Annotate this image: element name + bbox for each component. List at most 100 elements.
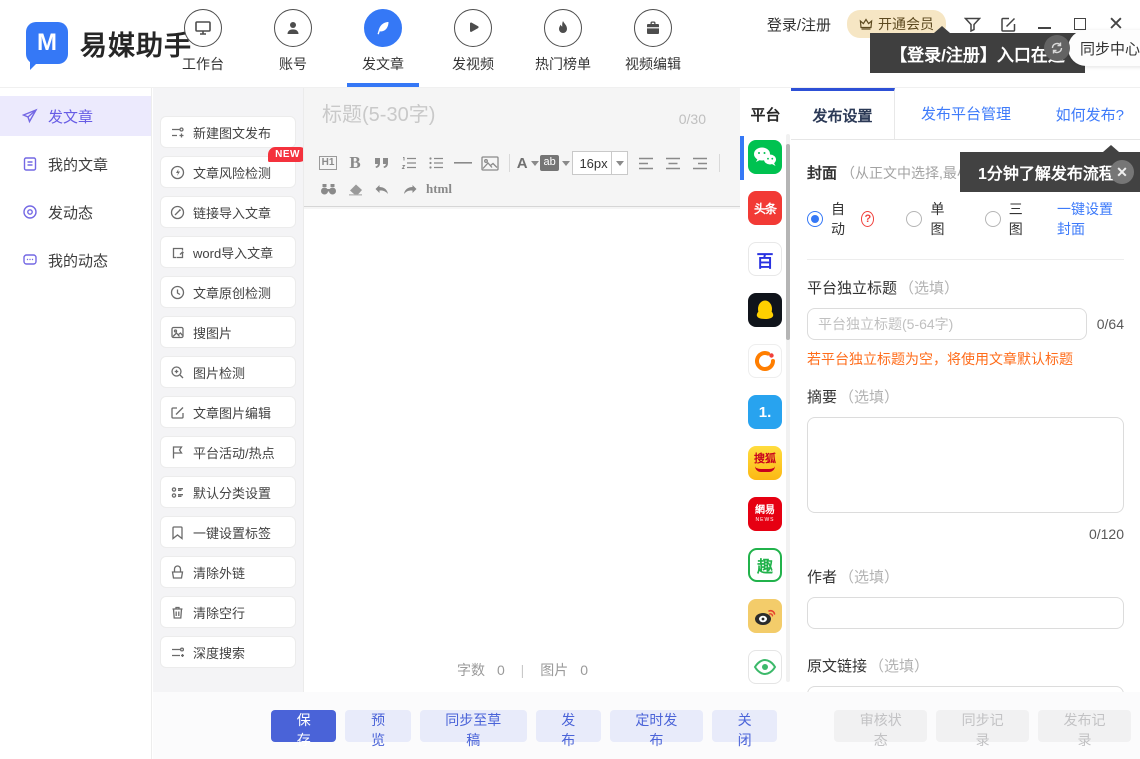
platform-scrollbar-thumb[interactable]	[786, 144, 790, 340]
tool-image-edit[interactable]: 文章图片编辑	[160, 396, 296, 428]
feedback-edit-icon[interactable]	[998, 14, 1018, 34]
sync-icon[interactable]	[1044, 35, 1070, 61]
align-left-button[interactable]	[636, 152, 656, 174]
ordered-list-button[interactable]	[399, 152, 419, 174]
platform-icon-wangyi[interactable]: 網易 NEWS	[748, 497, 782, 531]
close-editor-button[interactable]: 关闭	[712, 710, 777, 742]
summary-counter: 0/120	[807, 526, 1124, 542]
login-register-link[interactable]: 登录/注册	[767, 14, 831, 35]
horizontal-rule-button[interactable]	[453, 152, 473, 174]
font-size-select[interactable]: 16px	[572, 151, 628, 175]
tool-original-check[interactable]: 文章原创检测	[160, 276, 296, 308]
chevron-down-icon	[611, 152, 627, 174]
quick-cover-link[interactable]: 一键设置封面	[1057, 199, 1124, 239]
independent-title-warning: 若平台独立标题为空，将使用文章默认标题	[807, 349, 1124, 369]
sidebar-item-publish-article[interactable]: 发文章	[0, 96, 151, 136]
tool-word-import[interactable]: word导入文章	[160, 236, 296, 268]
tab-platform-management[interactable]: 发布平台管理	[895, 88, 1037, 139]
insert-image-button[interactable]	[480, 152, 500, 174]
radio-three-images[interactable]	[985, 211, 1001, 227]
my-moments-icon	[22, 252, 38, 268]
platform-icon-dayuhao[interactable]	[748, 344, 782, 378]
how-to-publish-link[interactable]: 如何发布?	[1056, 88, 1124, 140]
category-icon	[170, 485, 185, 500]
align-right-button[interactable]	[690, 152, 710, 174]
tool-risk-check[interactable]: 文章风险检测 NEW	[160, 156, 296, 188]
clear-format-button[interactable]	[345, 178, 365, 200]
schedule-publish-button[interactable]: 定时发布	[610, 710, 703, 742]
clear-link-icon	[170, 565, 185, 580]
find-replace-button[interactable]	[318, 178, 338, 200]
font-color-button[interactable]: A	[518, 152, 538, 174]
tool-clear-external-links[interactable]: 清除外链	[160, 556, 296, 588]
author-input[interactable]	[807, 597, 1124, 629]
nav-item-publish-video[interactable]: 发视频	[442, 9, 504, 74]
unordered-list-button[interactable]	[426, 152, 446, 174]
active-platform-indicator	[740, 136, 744, 180]
html-source-button[interactable]: html	[426, 178, 452, 200]
tool-deep-search[interactable]: 深度搜索	[160, 636, 296, 668]
radio-auto[interactable]	[807, 211, 823, 227]
nav-item-accounts[interactable]: 账号	[262, 9, 324, 74]
align-center-button[interactable]	[663, 152, 683, 174]
tool-clear-empty-lines[interactable]: 清除空行	[160, 596, 296, 628]
tool-image-check[interactable]: 图片检测	[160, 356, 296, 388]
sidebar-item-my-moments[interactable]: 我的动态	[0, 240, 151, 280]
divider	[807, 259, 1124, 260]
heading-button[interactable]: H1	[318, 152, 338, 174]
brand: M 易媒助手	[26, 22, 192, 64]
tool-set-tags[interactable]: 一键设置标签	[160, 516, 296, 548]
panel-tabs: 发布设置 发布平台管理 如何发布?	[791, 88, 1140, 140]
tool-new-article[interactable]: 新建图文发布	[160, 116, 296, 148]
nav-item-publish-article[interactable]: 发文章	[352, 9, 414, 74]
bold-button[interactable]: B	[345, 152, 365, 174]
sync-log-button[interactable]: 同步记录	[936, 710, 1029, 742]
tool-default-category[interactable]: 默认分类设置	[160, 476, 296, 508]
publish-button[interactable]: 发布	[536, 710, 601, 742]
preview-button[interactable]: 预览	[345, 710, 410, 742]
tool-platform-activity[interactable]: 平台活动/热点	[160, 436, 296, 468]
platform-icon-sohu[interactable]: 搜狐	[748, 446, 782, 480]
minimize-button[interactable]	[1034, 14, 1054, 34]
nav-item-workbench[interactable]: 工作台	[172, 9, 234, 74]
independent-title-label: 平台独立标题（选填）	[807, 277, 1124, 298]
flag-icon	[170, 445, 185, 460]
summary-textarea[interactable]	[807, 417, 1124, 513]
platform-icon-yidianzixun[interactable]: 1.	[748, 395, 782, 429]
crown-icon	[859, 18, 873, 30]
sync-to-draft-button[interactable]: 同步至草稿	[420, 710, 527, 742]
article-title-input[interactable]	[322, 104, 670, 127]
platform-icon-weibo[interactable]	[748, 599, 782, 633]
background-color-button[interactable]: ab	[545, 152, 566, 174]
platform-icon-green-eye[interactable]	[748, 650, 782, 684]
audit-status-button[interactable]: 审核状态	[834, 710, 927, 742]
platform-icon-qq[interactable]	[748, 293, 782, 327]
nav-item-hot-list[interactable]: 热门榜单	[532, 9, 594, 74]
nav-item-video-edit[interactable]: 视频编辑	[622, 9, 684, 74]
play-icon	[454, 9, 492, 47]
platform-icon-qutoutiao[interactable]: 趣	[748, 548, 782, 582]
risk-check-icon	[170, 165, 185, 180]
sidebar-item-publish-moment[interactable]: 发动态	[0, 192, 151, 232]
undo-button[interactable]	[372, 178, 392, 200]
sidebar-item-my-articles[interactable]: 我的文章	[0, 144, 151, 184]
tab-publish-settings[interactable]: 发布设置	[791, 88, 895, 139]
editor-content-area[interactable]: 字数0 | 图片0	[304, 209, 741, 692]
bottom-action-bar: 保存 预览 同步至草稿 发布 定时发布 关闭 审核状态 同步记录 发布记录	[153, 692, 1140, 759]
platform-icon-baijiahao[interactable]: 百	[748, 242, 782, 276]
question-help-icon[interactable]: ?	[861, 211, 874, 227]
independent-title-input[interactable]	[807, 308, 1087, 340]
user-icon	[274, 9, 312, 47]
redo-button[interactable]	[399, 178, 419, 200]
platform-icon-wechat[interactable]	[748, 140, 782, 174]
blockquote-button[interactable]	[372, 152, 392, 174]
sync-center-button[interactable]: 同步中心	[1068, 30, 1140, 66]
radio-single-image[interactable]	[906, 211, 922, 227]
tool-image-search[interactable]: 搜图片	[160, 316, 296, 348]
tool-link-import[interactable]: 链接导入文章	[160, 196, 296, 228]
save-button[interactable]: 保存	[271, 710, 336, 742]
funnel-icon[interactable]	[962, 14, 982, 34]
publish-log-button[interactable]: 发布记录	[1038, 710, 1131, 742]
tooltip-close-icon[interactable]: ✕	[1110, 160, 1134, 184]
platform-icon-toutiao[interactable]: 头条	[748, 191, 782, 225]
